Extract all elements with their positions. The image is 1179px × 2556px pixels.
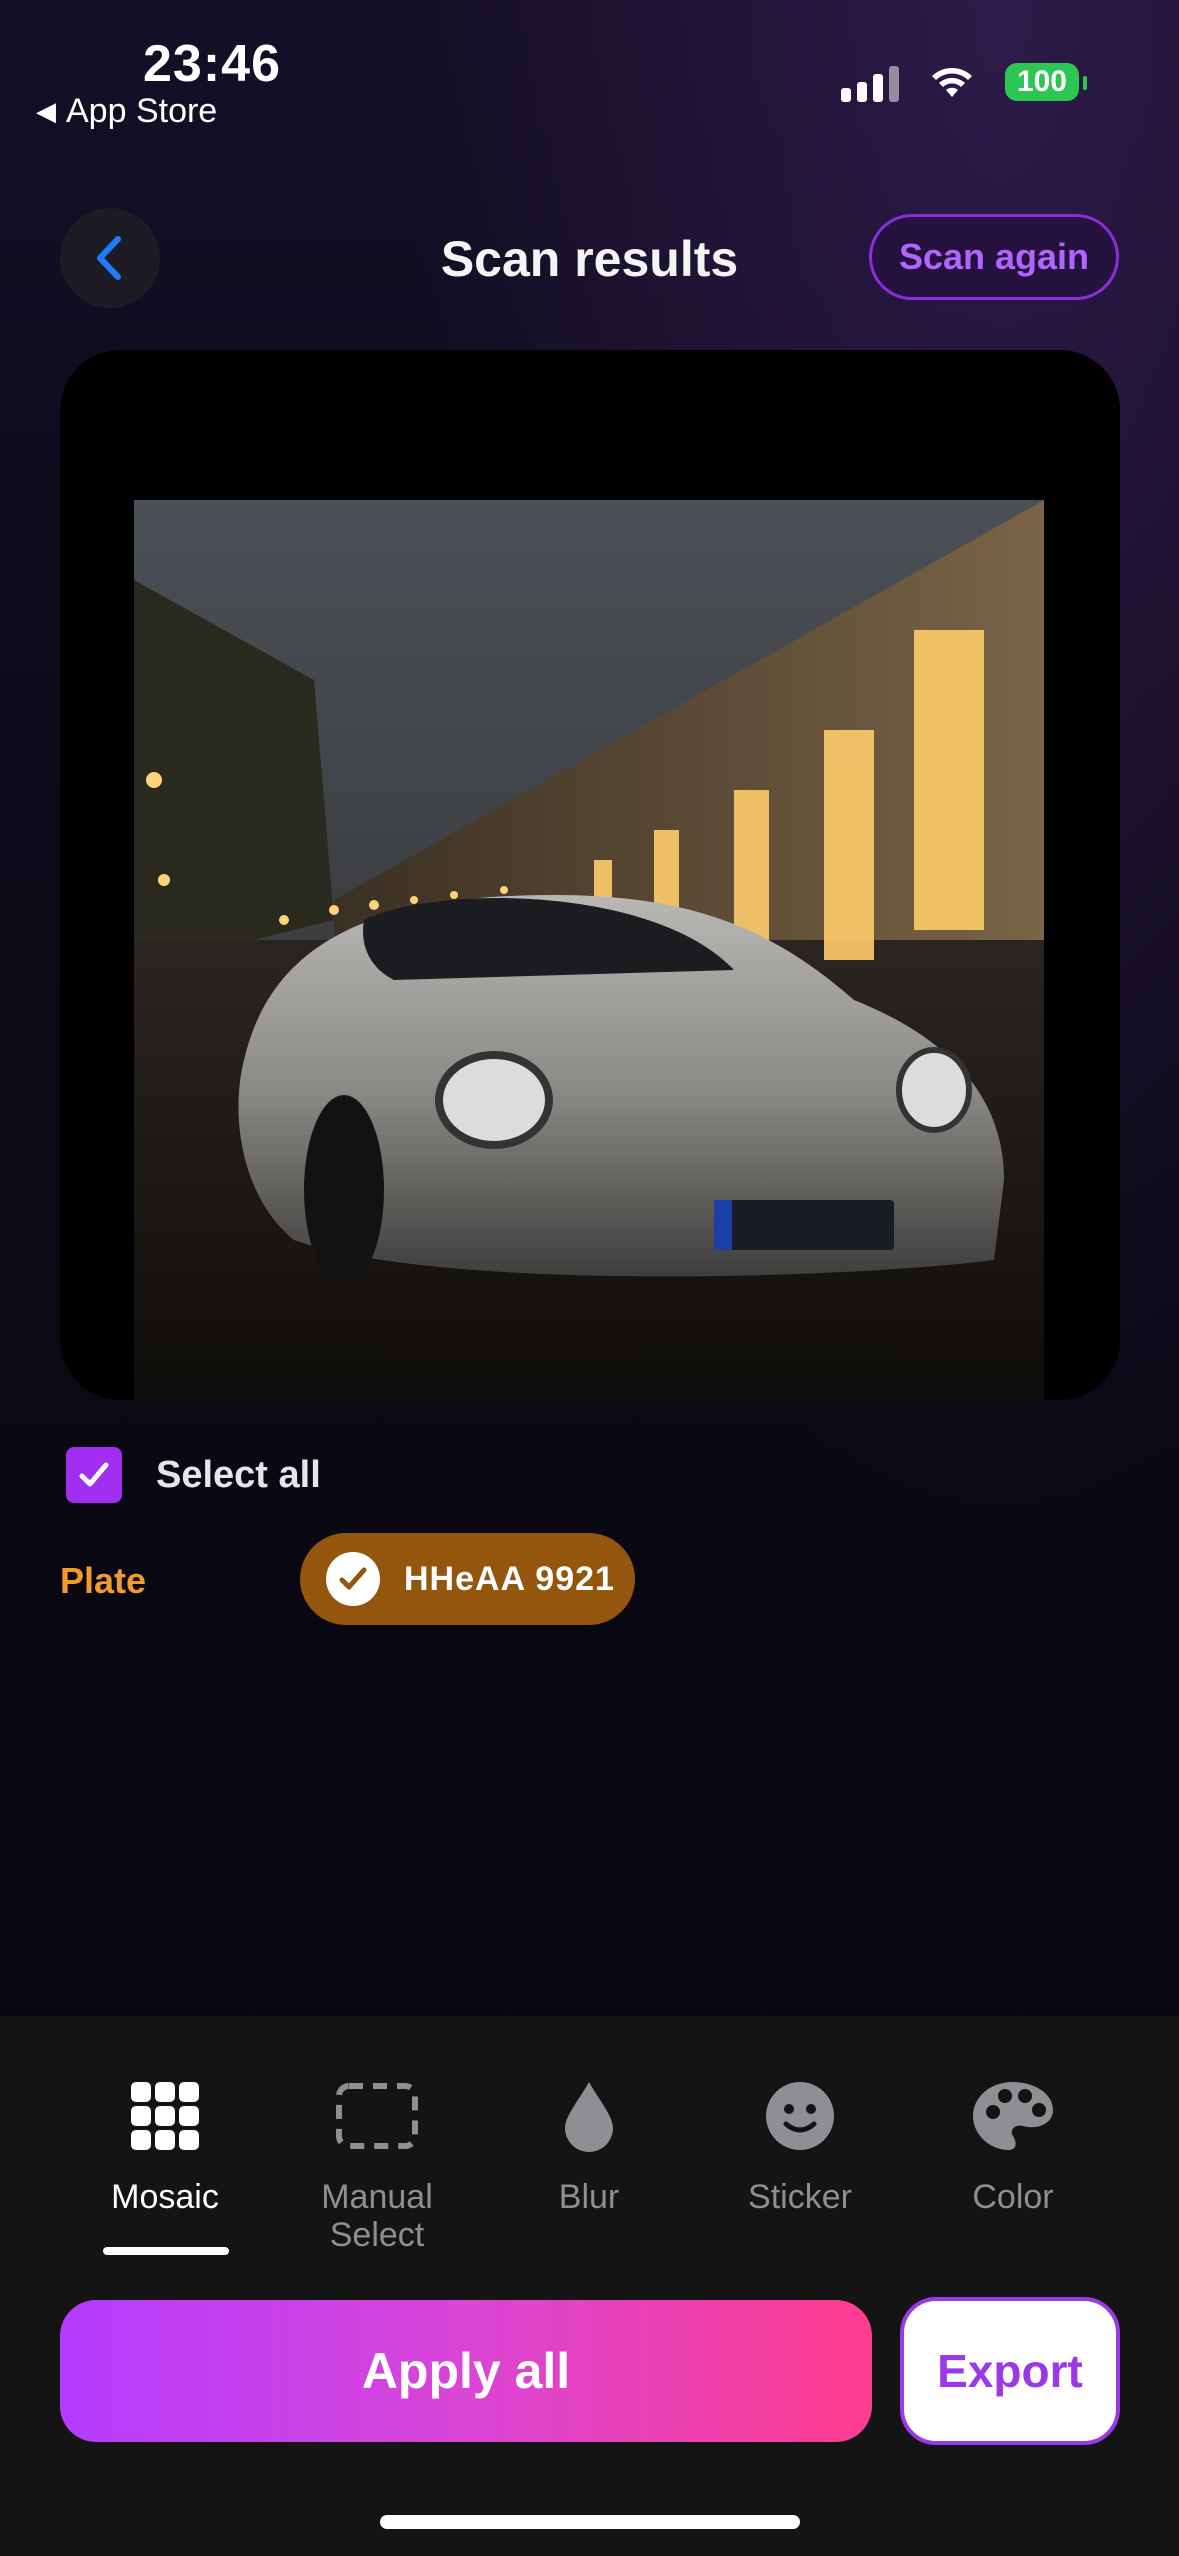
tool-sticker[interactable]: Sticker xyxy=(700,2068,900,2216)
droplet-icon xyxy=(561,2068,617,2164)
tool-label: Sticker xyxy=(748,2178,852,2216)
check-circle-icon xyxy=(326,1552,380,1606)
status-time: 23:46 xyxy=(143,35,281,93)
tool-blur[interactable]: Blur xyxy=(489,2068,689,2216)
battery-indicator: 100 xyxy=(1004,63,1088,101)
apply-all-button[interactable]: Apply all xyxy=(60,2300,872,2442)
tool-label: Color xyxy=(972,2178,1054,2216)
select-all-label: Select all xyxy=(156,1453,321,1496)
status-indicators: 100 xyxy=(840,62,1088,102)
detection-category-label: Plate xyxy=(60,1560,147,1601)
grid-icon xyxy=(129,2068,201,2164)
car-photo xyxy=(134,500,1044,1400)
tool-label: Mosaic xyxy=(111,2178,219,2216)
tool-label: Blur xyxy=(558,2178,620,2216)
select-all-row[interactable]: Select all xyxy=(66,1447,321,1503)
dashed-rect-icon xyxy=(335,2068,419,2164)
export-button[interactable]: Export xyxy=(900,2297,1120,2445)
home-indicator xyxy=(380,2515,800,2529)
scan-again-button[interactable]: Scan again xyxy=(869,214,1119,300)
back-triangle-icon: ◀ xyxy=(36,96,56,126)
checkmark-icon xyxy=(79,1462,109,1487)
wifi-icon xyxy=(931,68,972,97)
tool-color[interactable]: Color xyxy=(913,2068,1113,2216)
plate-number: HHeAA 9921 xyxy=(404,1559,615,1598)
select-all-checkbox[interactable] xyxy=(66,1447,122,1503)
back-app-label: App Store xyxy=(66,92,218,130)
tool-manual-select[interactable]: Manual Select xyxy=(277,2068,477,2254)
tool-label: Manual Select xyxy=(321,2178,433,2254)
smiley-icon xyxy=(764,2068,836,2164)
back-to-app-store[interactable]: ◀ App Store xyxy=(36,92,217,131)
cellular-signal-icon xyxy=(840,62,899,102)
plate-detection-chip[interactable]: HHeAA 9921 xyxy=(300,1533,635,1625)
tool-mosaic[interactable]: Mosaic xyxy=(65,2068,265,2216)
image-preview-card xyxy=(60,350,1120,1400)
active-tool-indicator xyxy=(103,2247,229,2255)
palette-icon xyxy=(971,2068,1055,2164)
